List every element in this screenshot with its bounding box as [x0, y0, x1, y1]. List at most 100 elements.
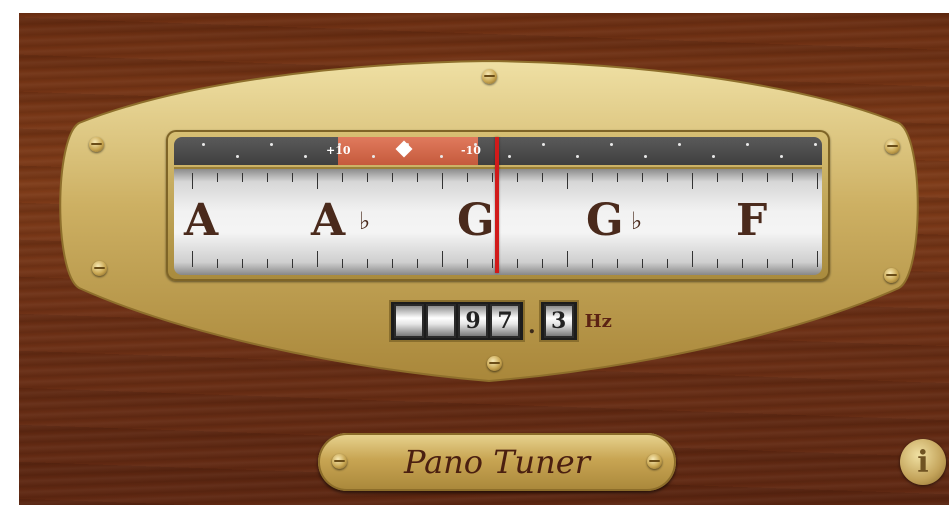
- scale-tick: [592, 173, 593, 182]
- scale-tick: [692, 251, 693, 267]
- tuner-app: +10 -10 A A ♭ G G ♭ F 9 7 . 3 Hz Pano Tu…: [0, 0, 949, 505]
- screw-icon: [482, 69, 497, 84]
- scale-tick: [517, 259, 518, 268]
- note-accidental: ♭: [631, 207, 643, 235]
- scale-tick: [617, 259, 618, 268]
- tuning-needle: [495, 137, 499, 273]
- scale-tick: [442, 251, 443, 267]
- scale-tick: [767, 259, 768, 268]
- note-label: F: [736, 195, 768, 246]
- app-nameplate: Pano Tuner: [318, 433, 676, 491]
- scale-tick: [492, 173, 493, 182]
- scale-tick: [392, 259, 393, 268]
- cent-tick: [678, 143, 681, 146]
- scale-tick: [442, 173, 443, 189]
- screw-icon: [647, 454, 662, 469]
- scale-tick: [742, 173, 743, 182]
- scale-tick: [517, 173, 518, 182]
- scale-tick: [792, 259, 793, 268]
- scale-tick: [667, 173, 668, 182]
- scale-tick: [317, 251, 318, 267]
- frequency-display: 9 7 . 3 Hz: [389, 300, 612, 342]
- scale-tick: [367, 259, 368, 268]
- scale-tick: [317, 173, 318, 189]
- scale-tick: [542, 173, 543, 182]
- cent-label-plus: +10: [326, 144, 351, 157]
- cent-tick: [746, 143, 749, 146]
- scale-tick: [717, 173, 718, 182]
- screw-icon: [884, 268, 899, 283]
- scale-tick: [417, 259, 418, 268]
- scale-tick: [367, 173, 368, 182]
- note-label: A: [184, 195, 219, 246]
- frequency-digit: [426, 304, 456, 338]
- scale-tick: [217, 259, 218, 268]
- scale-tick: [617, 173, 618, 182]
- cent-tick: [440, 155, 443, 158]
- scale-tick: [467, 259, 468, 268]
- scale-tick: [267, 173, 268, 182]
- cent-tick: [542, 143, 545, 146]
- scale-tick: [292, 173, 293, 182]
- note-accidental: ♭: [359, 207, 371, 235]
- scale-tick: [592, 259, 593, 268]
- decimal-point: .: [528, 313, 536, 339]
- decimal-frame: 3: [538, 300, 579, 342]
- scale-tick: [667, 259, 668, 268]
- cent-tick: [270, 143, 273, 146]
- scale-tick: [342, 173, 343, 182]
- frequency-unit: Hz: [584, 310, 612, 332]
- scale-tick: [467, 173, 468, 182]
- scale-tick: [817, 251, 818, 267]
- app-title: Pano Tuner: [403, 443, 590, 481]
- scale-tick: [792, 173, 793, 182]
- note-label: G: [586, 195, 624, 246]
- note-label: A: [311, 195, 346, 246]
- scale-tick: [267, 259, 268, 268]
- screw-icon: [885, 139, 900, 154]
- note-label: G: [457, 195, 495, 246]
- cent-tick: [814, 143, 817, 146]
- scale-tick: [717, 259, 718, 268]
- scale-tick: [567, 173, 568, 189]
- scale-tick: [192, 251, 193, 267]
- cent-label-minus: -10: [461, 144, 481, 157]
- digit-frame: 9 7: [389, 300, 525, 342]
- scale-tick: [692, 173, 693, 189]
- scale-tick: [292, 259, 293, 268]
- frequency-decimal-digit: 3: [543, 304, 574, 338]
- scale-tick: [817, 173, 818, 189]
- frequency-digit: 7: [490, 304, 520, 338]
- cent-tick: [780, 155, 783, 158]
- cent-tick: [576, 155, 579, 158]
- scale-tick: [567, 251, 568, 267]
- cent-tick: [372, 155, 375, 158]
- frequency-digit: 9: [458, 304, 488, 338]
- cent-tick: [304, 155, 307, 158]
- scale-tick: [217, 173, 218, 182]
- cent-tick: [202, 143, 205, 146]
- scale-tick: [242, 173, 243, 182]
- scale-tick: [342, 259, 343, 268]
- scale-tick: [417, 173, 418, 182]
- scale-tick: [242, 259, 243, 268]
- cent-tick: [712, 155, 715, 158]
- scale-tick: [492, 259, 493, 268]
- cent-tick: [236, 155, 239, 158]
- scale-tick: [192, 173, 193, 189]
- scale-tick: [642, 173, 643, 182]
- screw-icon: [92, 261, 107, 276]
- cent-tick: [610, 143, 613, 146]
- scale-tick: [392, 173, 393, 182]
- screw-icon: [487, 356, 502, 371]
- info-button[interactable]: i: [900, 439, 946, 485]
- scale-tick: [742, 259, 743, 268]
- scale-tick: [542, 259, 543, 268]
- scale-tick: [642, 259, 643, 268]
- info-icon: i: [917, 444, 929, 480]
- cent-tick: [508, 155, 511, 158]
- frequency-digit: [394, 304, 424, 338]
- scale-tick: [767, 173, 768, 182]
- cent-tick: [644, 155, 647, 158]
- screw-icon: [89, 137, 104, 152]
